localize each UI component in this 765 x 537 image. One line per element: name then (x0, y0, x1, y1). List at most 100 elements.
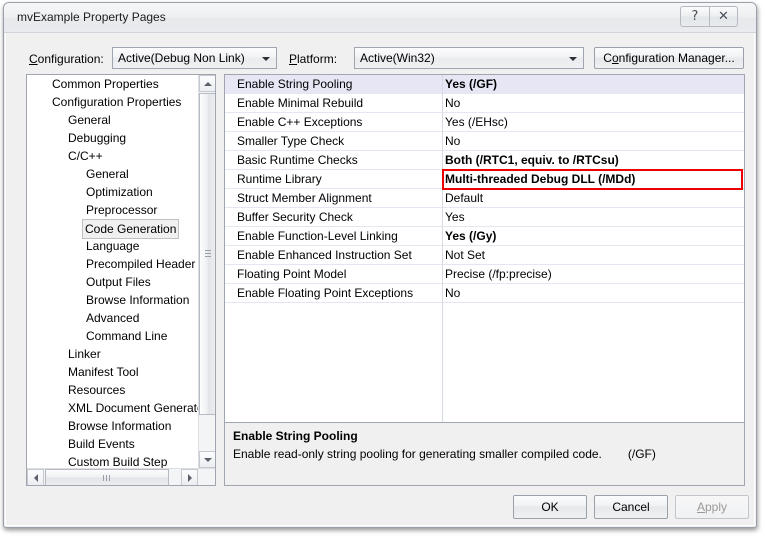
chevron-down-icon (569, 57, 577, 61)
description-text: Enable read-only string pooling for gene… (233, 447, 656, 461)
property-row[interactable]: Enable Function-Level Linking Yes (/Gy) (225, 227, 744, 246)
configuration-label-rest: onfiguration: (37, 52, 104, 66)
platform-label: Platform: (289, 52, 338, 66)
platform-value: Active(Win32) (360, 51, 435, 65)
property-row[interactable]: Enable Enhanced Instruction Set Not Set (225, 246, 744, 265)
property-value[interactable]: Both (/RTC1, equiv. to /RTCsu) (445, 153, 619, 167)
tree-item[interactable]: Preprocessor (27, 201, 199, 219)
scroll-right-button[interactable] (181, 469, 198, 485)
tree-item-label: Advanced (86, 311, 140, 325)
property-value[interactable]: Multi-threaded Debug DLL (/MDd) (445, 172, 635, 186)
property-name: Enable Minimal Rebuild (237, 96, 364, 110)
tree-item-label: Command Line (86, 329, 168, 343)
tree-item[interactable]: Command Line (27, 327, 199, 345)
tree-horizontal-scrollbar[interactable] (27, 468, 215, 485)
tree-item[interactable]: Optimization (27, 183, 199, 201)
grid-column-divider (442, 75, 443, 423)
property-row[interactable]: Struct Member Alignment Default (225, 189, 744, 208)
tree-item[interactable]: Language (27, 237, 199, 255)
property-value[interactable]: Precise (/fp:precise) (445, 267, 552, 281)
configuration-dropdown[interactable]: Active(Debug Non Link) (112, 47, 277, 69)
tree-item-label: Output Files (86, 275, 151, 289)
tree-item-label: General (86, 167, 129, 181)
help-button[interactable]: ? (680, 6, 709, 27)
property-name: Runtime Library (237, 172, 322, 186)
property-row[interactable]: Enable String Pooling Yes (/GF) (225, 75, 744, 94)
tree-vertical-scroll-thumb[interactable] (199, 93, 215, 415)
property-value[interactable]: Yes (/EHsc) (445, 115, 508, 129)
arrow-right-icon (187, 473, 192, 482)
tree-item-label: General (68, 113, 111, 127)
scroll-up-button[interactable] (199, 75, 215, 92)
description-panel: Enable String Pooling Enable read-only s… (225, 422, 744, 485)
tree-item[interactable]: Linker (27, 345, 199, 363)
ok-button[interactable]: OK (513, 495, 587, 519)
property-value[interactable]: No (445, 96, 460, 110)
property-name: Enable Enhanced Instruction Set (237, 248, 412, 262)
property-row[interactable]: Floating Point Model Precise (/fp:precise… (225, 265, 744, 284)
tree-item[interactable]: Browse Information (27, 417, 199, 435)
tree-item[interactable]: General (27, 165, 199, 183)
property-value[interactable]: No (445, 286, 460, 300)
tree-item-label: Debugging (68, 131, 127, 145)
chevron-down-icon (262, 57, 270, 61)
close-button[interactable]: ✕ (709, 6, 738, 27)
tree-item[interactable]: XML Document Generator (27, 399, 199, 417)
property-pages-dialog: mvExample Property Pages ? ✕ Configurati… (3, 2, 757, 528)
tree-item-label: Browse Information (68, 419, 172, 433)
arrow-down-icon (203, 457, 212, 462)
cancel-button[interactable]: Cancel (594, 495, 668, 519)
tree-item[interactable]: Output Files (27, 273, 199, 291)
property-name: Enable C++ Exceptions (237, 115, 363, 129)
property-value[interactable]: Yes (/Gy) (445, 229, 496, 243)
scroll-left-button[interactable] (27, 469, 44, 485)
tree-item[interactable]: Resources (27, 381, 199, 399)
tree-item-label: Precompiled Header (86, 257, 196, 271)
platform-dropdown[interactable]: Active(Win32) (354, 47, 584, 69)
tree-item-label: Code Generation (82, 219, 180, 239)
tree-item[interactable]: Manifest Tool (27, 363, 199, 381)
property-grid-rows: Enable String Pooling Yes (/GF) Enable Min… (225, 75, 744, 303)
property-row[interactable]: Buffer Security Check Yes (225, 208, 744, 227)
tree-item[interactable]: Configuration Properties (27, 93, 199, 111)
tree-item[interactable]: Debugging (27, 129, 199, 147)
tree-item[interactable]: C/C++ (27, 147, 199, 165)
tree-item[interactable]: Advanced (27, 309, 199, 327)
property-row[interactable]: Basic Runtime Checks Both (/RTC1, equiv. … (225, 151, 744, 170)
tree-item-label: Manifest Tool (68, 365, 139, 379)
property-value[interactable]: Yes (/GF) (445, 77, 497, 91)
tree-horizontal-scroll-thumb[interactable] (45, 469, 169, 485)
configuration-value: Active(Debug Non Link) (118, 51, 245, 65)
property-row[interactable]: Runtime Library Multi-threaded Debug DLL … (225, 170, 744, 189)
apply-button[interactable]: Apply (675, 495, 749, 519)
tree-item[interactable]: Code Generation (27, 219, 199, 239)
tree-item-label: Browse Information (86, 293, 190, 307)
property-row[interactable]: Enable C++ Exceptions Yes (/EHsc) (225, 113, 744, 132)
property-name: Enable Floating Point Exceptions (237, 286, 414, 300)
tree-item-label: Common Properties (52, 77, 159, 91)
configuration-label: Configuration: (29, 52, 104, 66)
property-value[interactable]: No (445, 134, 460, 148)
property-row[interactable]: Enable Floating Point Exceptions No (225, 284, 744, 303)
property-grid[interactable]: Enable String Pooling Yes (/GF) Enable Min… (225, 75, 744, 423)
tree-item-label: Language (86, 239, 140, 253)
configuration-manager-label: Configuration Manager... (603, 51, 735, 65)
property-tree[interactable]: Common Properties Configuration Propertie… (27, 75, 199, 470)
property-row[interactable]: Smaller Type Check No (225, 132, 744, 151)
apply-label: Apply (696, 500, 728, 514)
tree-item[interactable]: Common Properties (27, 75, 199, 93)
tree-item[interactable]: Browse Information (27, 291, 199, 309)
tree-vertical-scrollbar[interactable] (198, 75, 215, 485)
property-value[interactable]: Yes (445, 210, 465, 224)
tree-item[interactable]: Build Events (27, 435, 199, 453)
tree-item[interactable]: General (27, 111, 199, 129)
property-row[interactable]: Enable Minimal Rebuild No (225, 94, 744, 113)
configuration-manager-button[interactable]: Configuration Manager... (594, 47, 744, 69)
property-value[interactable]: Default (445, 191, 483, 205)
tree-item-label: Preprocessor (86, 203, 158, 217)
scroll-down-button[interactable] (199, 451, 215, 468)
property-value[interactable]: Not Set (445, 248, 485, 262)
tree-item[interactable]: Precompiled Header (27, 255, 199, 273)
title-bar: mvExample Property Pages ? ✕ (4, 3, 756, 33)
tree-item-label: Linker (68, 347, 101, 361)
